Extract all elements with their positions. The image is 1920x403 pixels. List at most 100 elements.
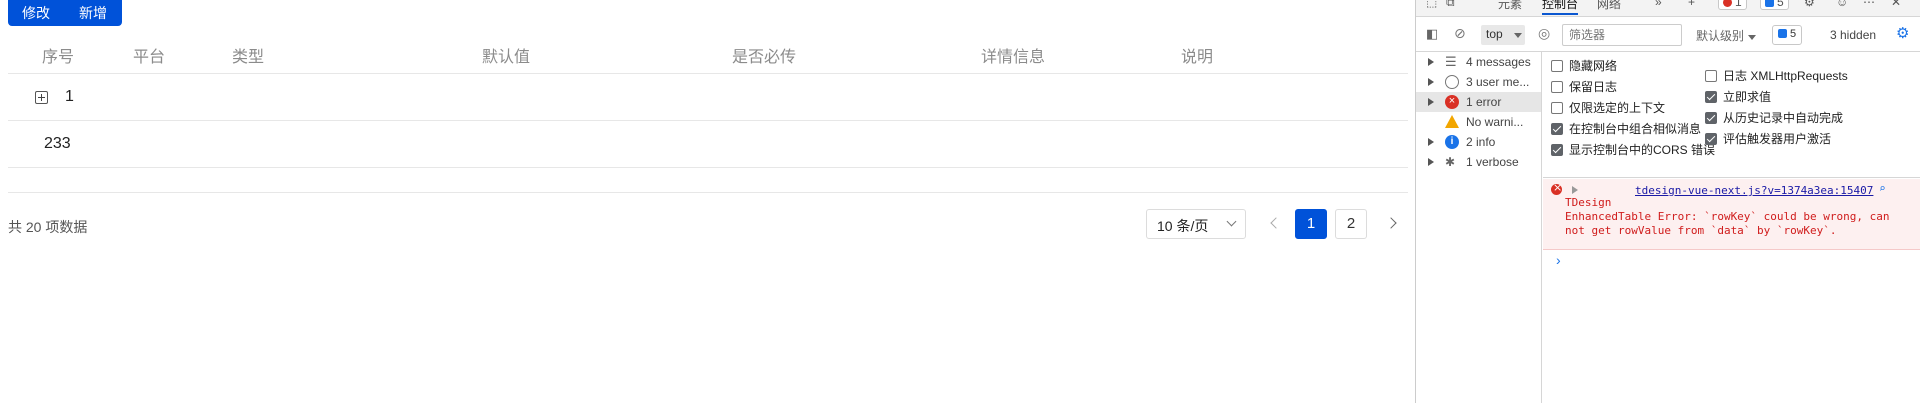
hidden-count: 3 hidden bbox=[1830, 28, 1877, 42]
setting-cors-errors[interactable]: 显示控制台中的CORS 错误 bbox=[1551, 141, 1715, 158]
clear-console-icon[interactable]: ⊘ bbox=[1454, 25, 1466, 42]
log-levels-label: 默认级别 bbox=[1696, 29, 1745, 43]
sidebar-item-label: 3 user me... bbox=[1466, 75, 1530, 89]
checkbox[interactable] bbox=[1551, 144, 1563, 156]
error-line: TDesign bbox=[1565, 196, 1612, 209]
expand-arrow-icon bbox=[1428, 78, 1434, 86]
sidebar-item-info[interactable]: i 2 info bbox=[1416, 132, 1541, 152]
sidebar-item-messages[interactable]: ☰ 4 messages bbox=[1416, 52, 1541, 72]
expand-arrow-icon bbox=[1428, 158, 1434, 166]
issues-count: 5 bbox=[1777, 0, 1784, 9]
sidebar-item-verbose[interactable]: ✱ 1 verbose bbox=[1416, 152, 1541, 172]
setting-eager-eval[interactable]: 立即求值 bbox=[1705, 88, 1771, 105]
expand-arrow-icon[interactable] bbox=[1572, 186, 1578, 194]
edit-button[interactable]: 修改 bbox=[8, 0, 64, 26]
setting-label: 日志 XMLHttpRequests bbox=[1723, 69, 1848, 83]
table-divider bbox=[8, 192, 1408, 193]
sidebar-item-errors[interactable]: × 1 error bbox=[1416, 92, 1541, 112]
more-menu-icon[interactable]: ⋯ bbox=[1863, 0, 1875, 9]
col-index: 序号 bbox=[42, 49, 75, 66]
setting-selected-context[interactable]: 仅限选定的上下文 bbox=[1551, 99, 1665, 116]
col-type: 类型 bbox=[232, 49, 265, 66]
page-button-2[interactable]: 2 bbox=[1335, 209, 1367, 239]
tab-console[interactable]: 控制台 bbox=[1542, 0, 1579, 15]
context-select[interactable]: top bbox=[1481, 25, 1525, 45]
col-description: 说明 bbox=[1181, 49, 1214, 66]
device-toolbar-icon[interactable]: ⧉ bbox=[1446, 0, 1455, 10]
sidebar-item-warnings[interactable]: No warni... bbox=[1416, 112, 1541, 132]
tab-network[interactable]: 网络 bbox=[1597, 0, 1621, 12]
setting-preserve-log[interactable]: 保留日志 bbox=[1551, 78, 1617, 95]
eye-icon[interactable]: ◎ bbox=[1538, 25, 1550, 42]
sidebar-item-user-messages[interactable]: 3 user me... bbox=[1416, 72, 1541, 92]
console-settings: 隐藏网络 保留日志 仅限选定的上下文 在控制台中组合相似消息 显示控制台中的CO… bbox=[1543, 52, 1920, 178]
error-icon: × bbox=[1445, 95, 1459, 109]
user-icon bbox=[1445, 75, 1459, 89]
expand-arrow-icon bbox=[1428, 138, 1434, 146]
sidebar-item-label: 1 verbose bbox=[1466, 155, 1519, 169]
setting-label: 保留日志 bbox=[1569, 80, 1618, 94]
sidebar-item-label: 1 error bbox=[1466, 95, 1502, 109]
setting-autocomplete[interactable]: 从历史记录中自动完成 bbox=[1705, 109, 1843, 126]
dropdown-arrow-icon bbox=[1514, 33, 1522, 38]
sidebar-toggle-icon[interactable]: ◧ bbox=[1426, 26, 1438, 42]
page-size-select[interactable]: 10 条/页 bbox=[1146, 209, 1246, 239]
checkbox[interactable] bbox=[1705, 133, 1717, 145]
context-value: top bbox=[1486, 27, 1503, 41]
error-dot-icon bbox=[1723, 0, 1732, 7]
expand-arrow-icon bbox=[1428, 58, 1434, 66]
more-tabs-icon[interactable]: » bbox=[1655, 0, 1662, 9]
console-settings-gear-icon[interactable]: ⚙ bbox=[1896, 24, 1909, 42]
setting-label: 从历史记录中自动完成 bbox=[1723, 111, 1844, 125]
checkbox[interactable] bbox=[1551, 60, 1563, 72]
checkbox[interactable] bbox=[1551, 102, 1563, 114]
error-count-badge[interactable]: 1 bbox=[1718, 0, 1747, 10]
sidebar-item-label: 2 info bbox=[1466, 135, 1496, 149]
col-details: 详情信息 bbox=[981, 49, 1046, 66]
checkbox[interactable] bbox=[1705, 112, 1717, 124]
profile-icon[interactable]: ☺ bbox=[1836, 0, 1848, 9]
checkbox[interactable] bbox=[1705, 70, 1717, 82]
toolbar-issues-badge[interactable]: 5 bbox=[1772, 25, 1803, 45]
warning-icon bbox=[1445, 115, 1459, 128]
filter-input[interactable] bbox=[1562, 24, 1682, 46]
info-icon: i bbox=[1445, 135, 1459, 149]
error-icon bbox=[1551, 181, 1562, 195]
devtools-tabbar: ⬚ ⧉ 元素 控制台 网络 » + 1 5 ⚙ ☺ ⋯ ✕ bbox=[1416, 0, 1920, 17]
close-icon[interactable]: ✕ bbox=[1891, 0, 1901, 9]
total-count: 共 20 项数据 bbox=[8, 219, 88, 235]
add-button[interactable]: 新增 bbox=[64, 0, 122, 26]
checkbox[interactable] bbox=[1551, 123, 1563, 135]
prev-page-icon[interactable] bbox=[1270, 217, 1282, 229]
setting-log-xhr[interactable]: 日志 XMLHttpRequests bbox=[1705, 67, 1848, 84]
gear-icon[interactable]: ⚙ bbox=[1804, 0, 1815, 9]
console-output: tdesign-vue-next.js?v=1374a3ea:15407 ⌕ T… bbox=[1543, 179, 1920, 403]
app-panel: 修改 新增 序号 平台 类型 默认值 是否必传 详情信息 说明 1 233 共 … bbox=[0, 0, 1415, 403]
issues-dot-icon bbox=[1765, 0, 1774, 7]
issues-count-badge[interactable]: 5 bbox=[1760, 0, 1789, 10]
setting-user-activation[interactable]: 评估触发器用户激活 bbox=[1705, 130, 1831, 147]
issues-dot-icon bbox=[1778, 29, 1787, 38]
table-row: 233 bbox=[8, 121, 1408, 168]
next-page-icon[interactable] bbox=[1385, 217, 1397, 229]
setting-hide-network[interactable]: 隐藏网络 bbox=[1551, 57, 1617, 74]
source-link[interactable]: tdesign-vue-next.js?v=1374a3ea:15407 bbox=[1635, 184, 1873, 197]
setting-group-similar[interactable]: 在控制台中组合相似消息 bbox=[1551, 120, 1701, 137]
expand-plus-icon[interactable] bbox=[35, 91, 48, 104]
console-sidebar: ☰ 4 messages 3 user me... × 1 error No w… bbox=[1416, 52, 1542, 403]
table-header: 序号 平台 类型 默认值 是否必传 详情信息 说明 bbox=[8, 32, 1408, 74]
tab-elements[interactable]: 元素 bbox=[1498, 0, 1522, 12]
console-prompt[interactable]: › bbox=[1556, 252, 1561, 268]
page-size-value: 10 条/页 bbox=[1157, 218, 1209, 234]
error-message: tdesign-vue-next.js?v=1374a3ea:15407 ⌕ T… bbox=[1543, 179, 1920, 250]
search-icon[interactable]: ⌕ bbox=[1879, 182, 1886, 195]
devtools-panel: ⬚ ⧉ 元素 控制台 网络 » + 1 5 ⚙ ☺ ⋯ ✕ ◧ ⊘ top ◎ … bbox=[1415, 0, 1920, 403]
add-tab-icon[interactable]: + bbox=[1688, 0, 1695, 9]
inspect-icon[interactable]: ⬚ bbox=[1426, 0, 1437, 9]
page-button-1[interactable]: 1 bbox=[1295, 209, 1327, 239]
expand-arrow-icon bbox=[1428, 98, 1434, 106]
checkbox[interactable] bbox=[1551, 81, 1563, 93]
setting-label: 显示控制台中的CORS 错误 bbox=[1569, 143, 1716, 157]
checkbox[interactable] bbox=[1705, 91, 1717, 103]
log-levels-select[interactable]: 默认级别 bbox=[1696, 27, 1757, 44]
